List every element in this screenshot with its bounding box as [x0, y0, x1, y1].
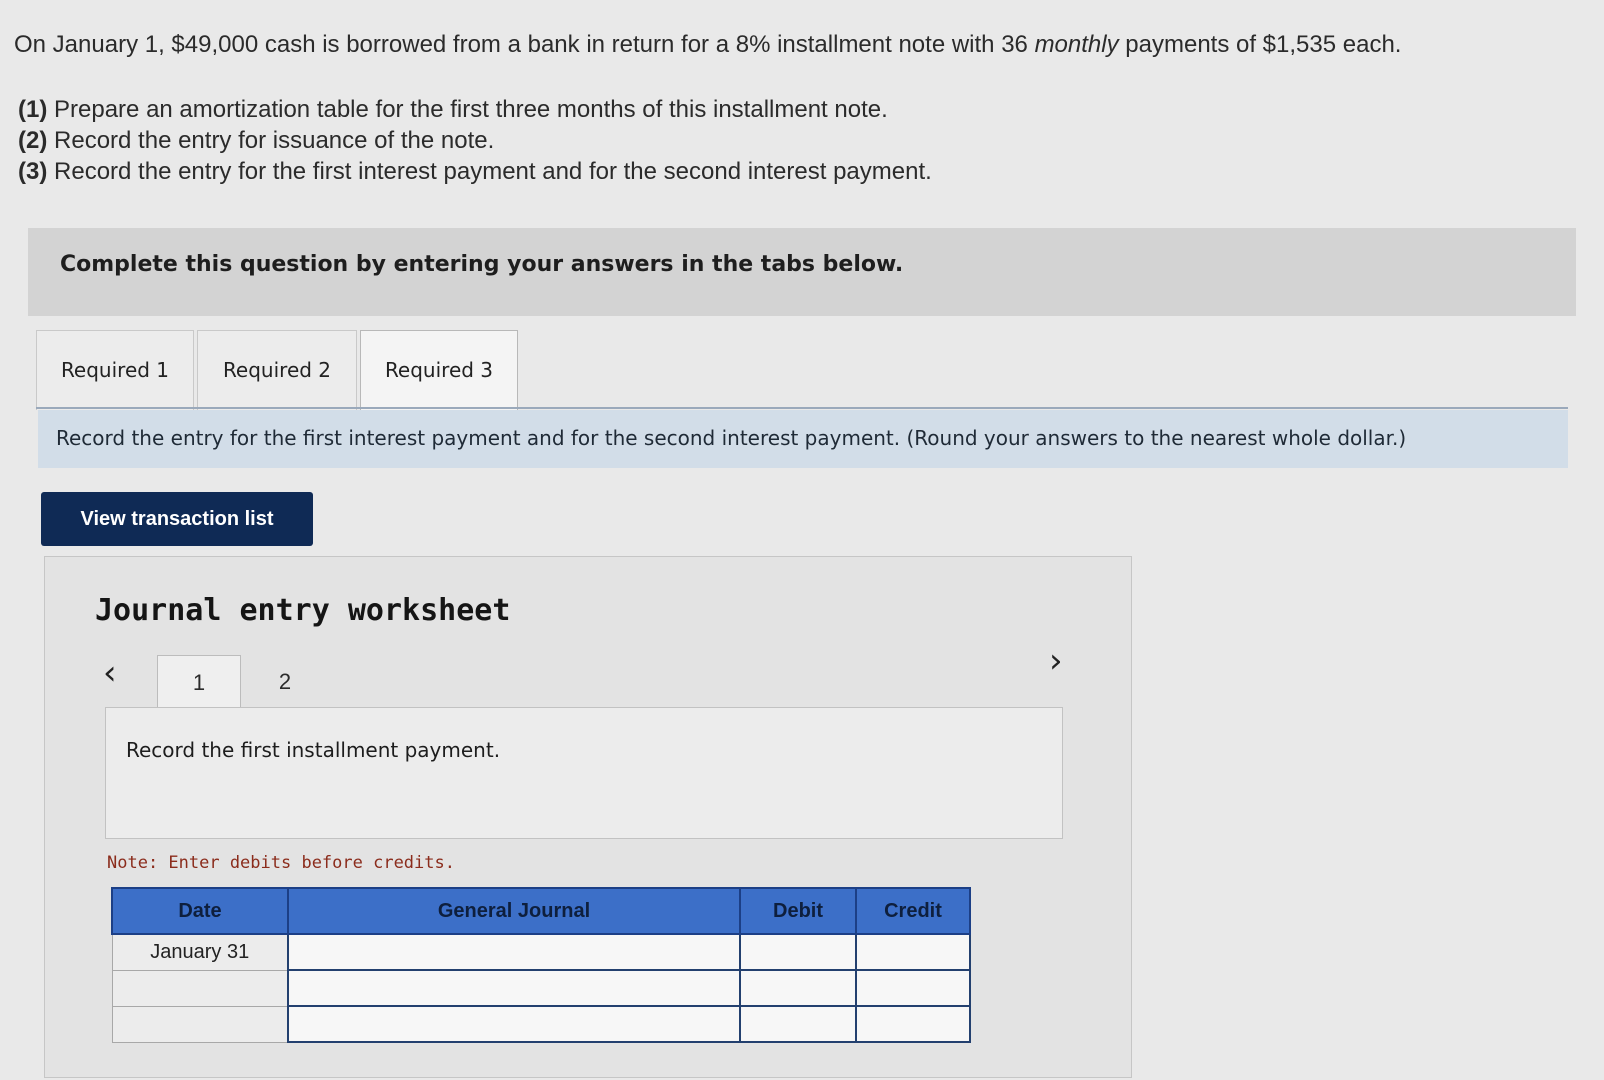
credit-input[interactable] — [855, 1005, 971, 1043]
date-cell[interactable] — [111, 1005, 289, 1043]
chevron-right-icon[interactable]: › — [1049, 641, 1063, 681]
task-text: Record the first installment payment. — [126, 738, 501, 762]
debit-input[interactable] — [739, 933, 857, 971]
worksheet-title: Journal entry worksheet — [95, 593, 511, 628]
tab-instruction: Record the entry for the first interest … — [38, 410, 1568, 468]
chevron-left-icon[interactable]: ‹ — [103, 653, 117, 693]
instructions-banner: Complete this question by entering your … — [28, 228, 1576, 316]
table-row: January 31 — [111, 933, 971, 971]
problem-text-end: payments of $1,535 each. — [1118, 31, 1402, 58]
credit-input[interactable] — [855, 933, 971, 971]
journal-header-row: Date General Journal Debit Credit — [111, 887, 971, 935]
requirement-3-text: Record the entry for the first interest … — [47, 158, 932, 185]
requirement-2-text: Record the entry for issuance of the not… — [47, 127, 495, 154]
debit-input[interactable] — [739, 969, 857, 1007]
instruction-text: Record the entry for the first interest … — [56, 426, 1407, 450]
journal-table: Date General Journal Debit Credit Januar… — [111, 887, 971, 1043]
problem-text-start: On January 1, $49,000 cash is borrowed f… — [14, 31, 1035, 58]
page-tab-1[interactable]: 1 — [157, 655, 241, 715]
task-description-box: Record the first installment payment. — [105, 707, 1063, 839]
requirement-1: (1) Prepare an amortization table for th… — [18, 94, 932, 125]
tab-divider — [36, 407, 1568, 409]
account-input[interactable] — [287, 933, 741, 971]
column-credit: Credit — [855, 887, 971, 935]
problem-emphasis: monthly — [1034, 31, 1119, 58]
requirement-1-text: Prepare an amortization table for the fi… — [47, 96, 888, 123]
date-cell[interactable]: January 31 — [111, 933, 289, 971]
banner-text: Complete this question by entering your … — [60, 252, 904, 277]
requirement-1-number: (1) — [18, 96, 48, 123]
column-debit: Debit — [739, 887, 857, 935]
table-row — [111, 1005, 971, 1043]
tab-required-2[interactable]: Required 2 — [197, 330, 357, 410]
view-transaction-list-button[interactable]: View transaction list — [41, 492, 313, 546]
requirement-3-number: (3) — [18, 158, 48, 185]
account-input[interactable] — [287, 1005, 741, 1043]
problem-statement: On January 1, $49,000 cash is borrowed f… — [14, 28, 1401, 62]
debit-input[interactable] — [739, 1005, 857, 1043]
credit-input[interactable] — [855, 969, 971, 1007]
date-cell[interactable] — [111, 969, 289, 1007]
requirements-list: (1) Prepare an amortization table for th… — [18, 94, 932, 187]
tab-required-3[interactable]: Required 3 — [360, 330, 518, 410]
journal-entry-worksheet: Journal entry worksheet ‹ 1 2 › Record t… — [44, 556, 1132, 1078]
column-general-journal: General Journal — [287, 887, 741, 935]
requirement-2: (2) Record the entry for issuance of the… — [18, 125, 932, 156]
column-date: Date — [111, 887, 289, 935]
table-row — [111, 969, 971, 1007]
tab-required-1[interactable]: Required 1 — [36, 330, 194, 410]
page-tab-2[interactable]: 2 — [243, 655, 327, 715]
requirement-2-number: (2) — [18, 127, 48, 154]
account-input[interactable] — [287, 969, 741, 1007]
requirement-3: (3) Record the entry for the first inter… — [18, 156, 932, 187]
debit-credit-note: Note: Enter debits before credits. — [107, 853, 455, 873]
